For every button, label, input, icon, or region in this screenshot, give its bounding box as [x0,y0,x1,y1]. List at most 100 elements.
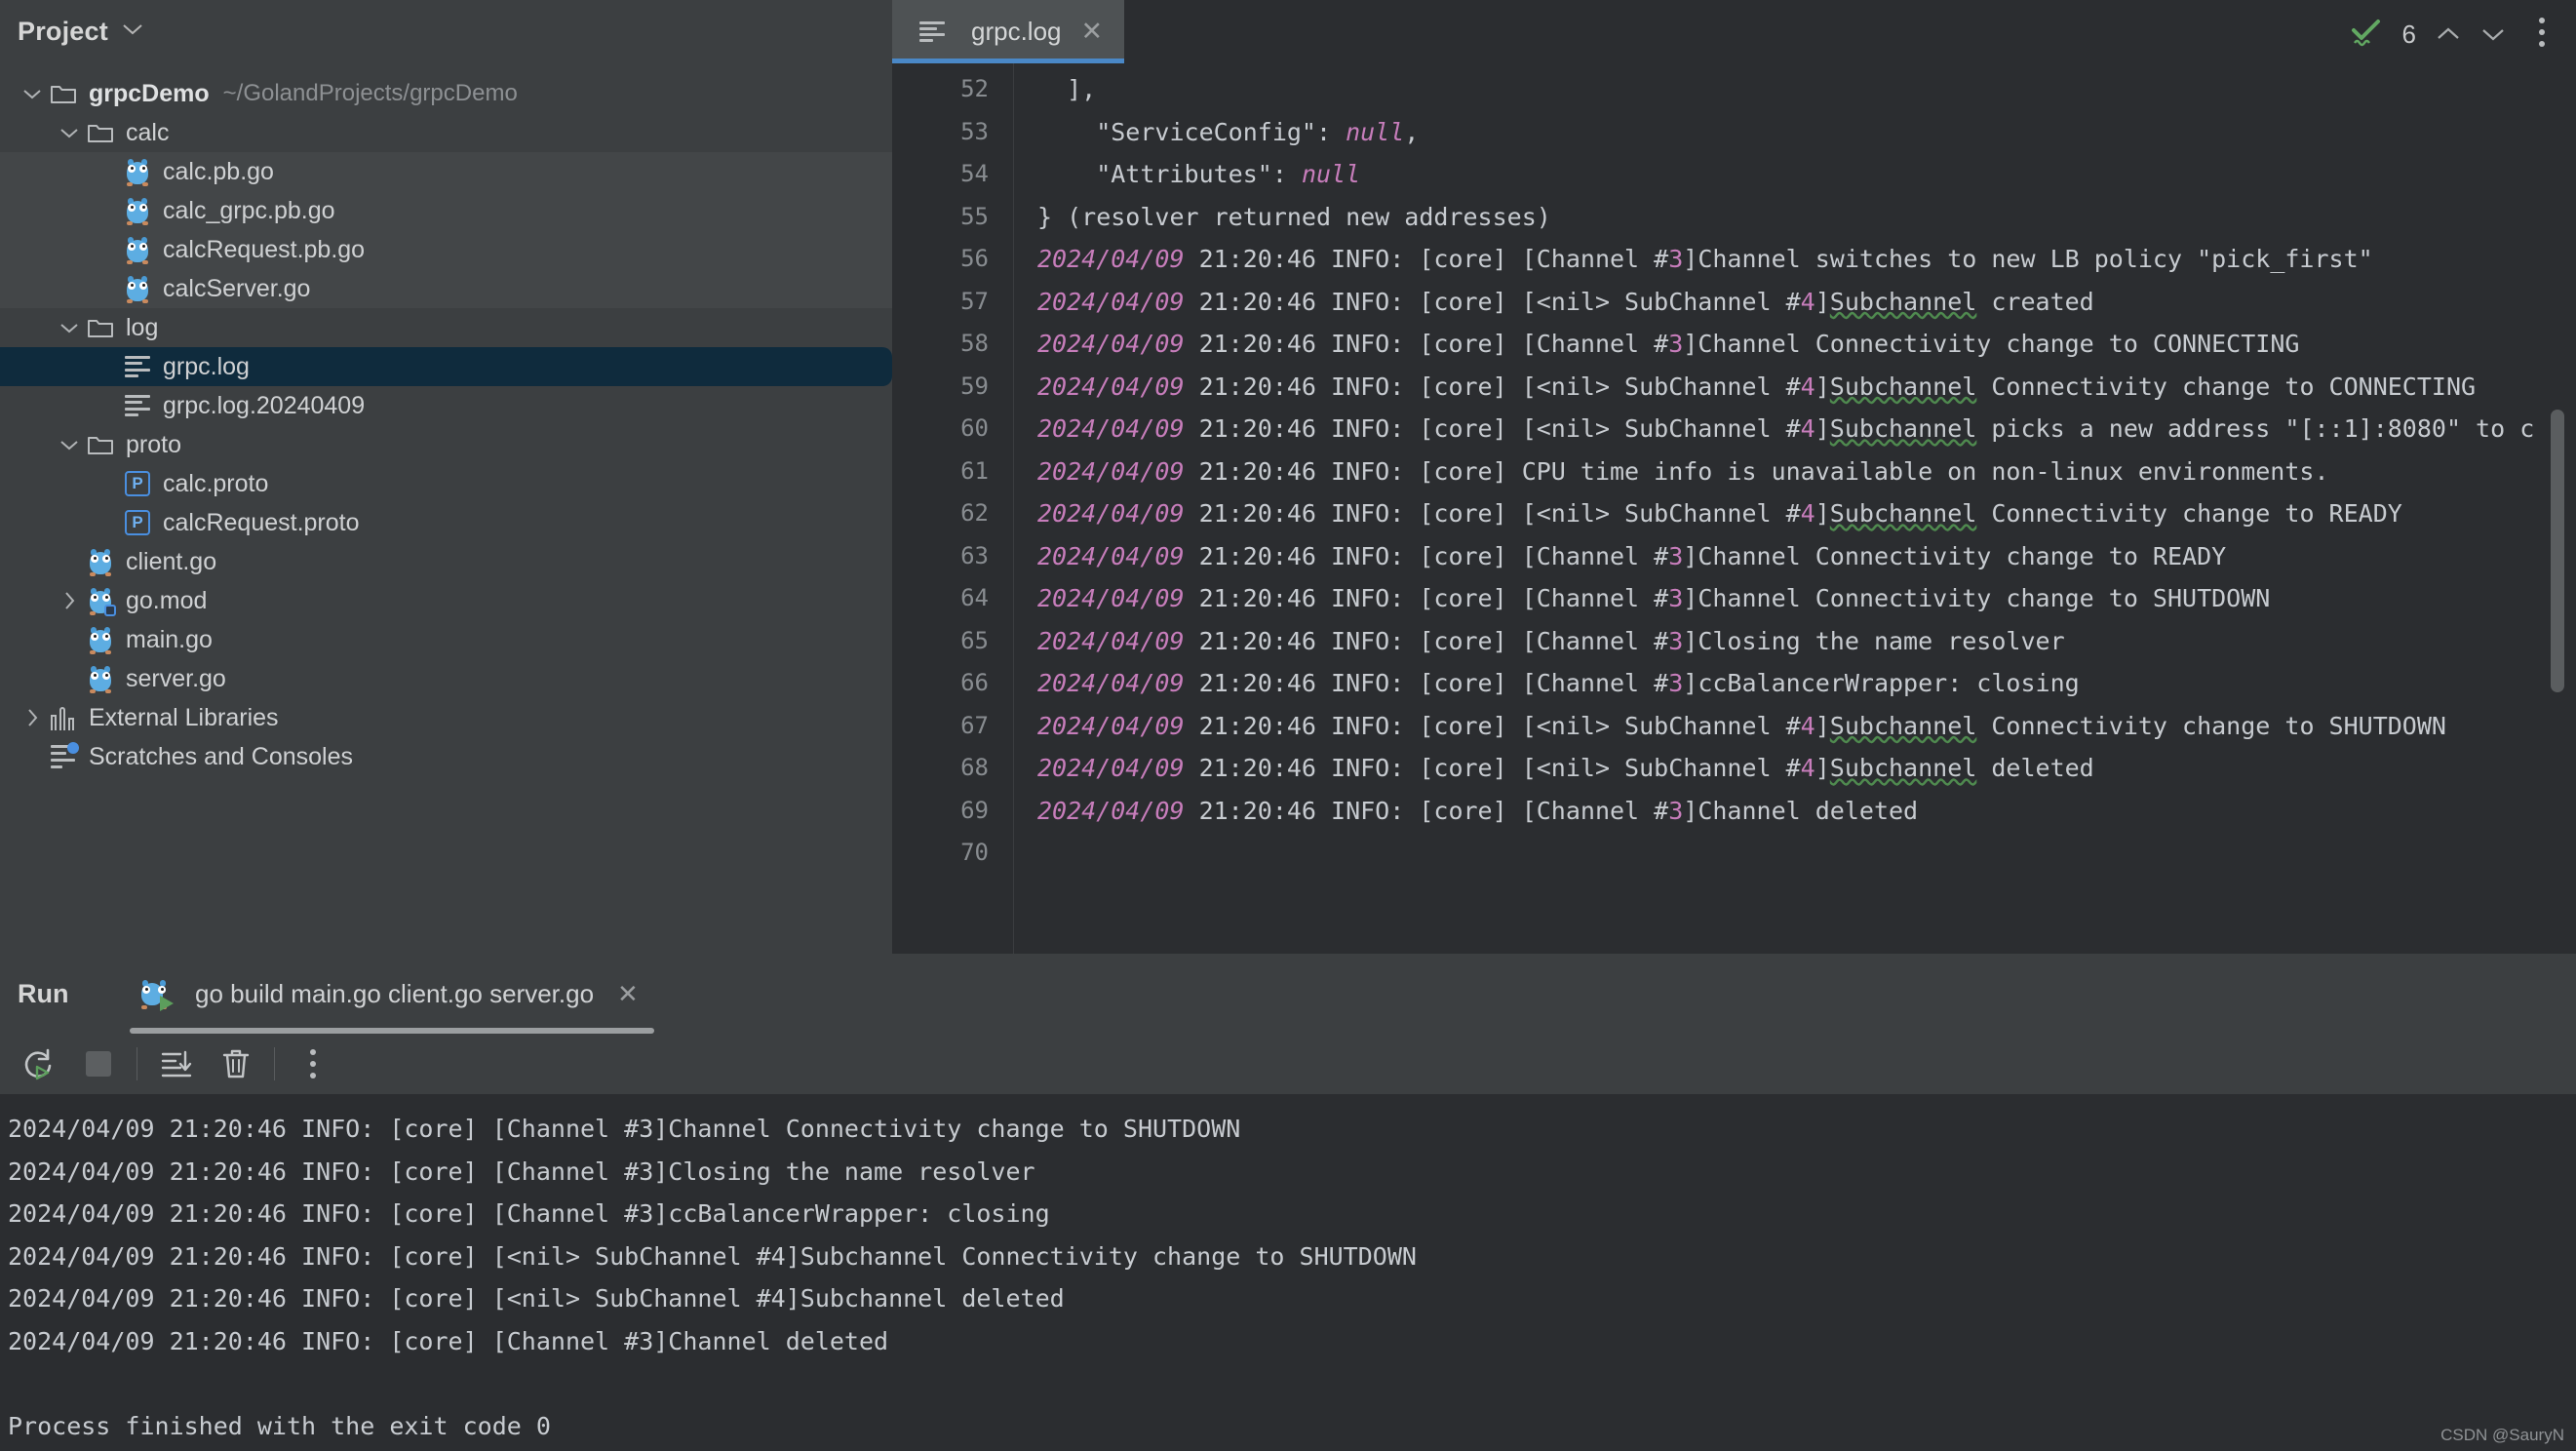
tree-twisty-collapsed-icon[interactable] [55,591,84,610]
chevron-up-icon[interactable] [2436,21,2461,49]
library-icon [47,703,80,732]
clear-all-button[interactable] [206,1034,266,1094]
tree-item-external-libraries[interactable]: External Libraries [0,698,892,737]
token-null: null [1346,117,1405,146]
token-text: created [1976,287,2094,316]
tree-twisty-collapsed-icon[interactable] [18,708,47,727]
close-icon[interactable]: ✕ [617,979,639,1009]
chevron-down-icon[interactable] [122,22,143,41]
tree-item-log[interactable]: log [0,308,892,347]
token-text: ]Channel Connectivity change to SHUTDOWN [1683,584,2271,612]
tree-twisty-expanded-icon[interactable] [55,127,84,139]
token-number: 4 [1800,372,1815,401]
tree-item-label: calcRequest.proto [163,508,360,536]
tree-item-grpc-log-20240409[interactable]: grpc.log.20240409 [0,386,892,425]
tree-item-calc[interactable]: calc [0,113,892,152]
console-line: 2024/04/09 21:20:46 INFO: [core] [Channe… [8,1326,889,1355]
tree-item-calcrequest-proto[interactable]: PcalcRequest.proto [0,503,892,542]
tree-item-proto[interactable]: proto [0,425,892,464]
tree-item-calc-grpc-pb-go[interactable]: calc_grpc.pb.go [0,191,892,230]
tree-twisty-expanded-icon[interactable] [55,322,84,334]
token-number: 3 [1668,541,1684,570]
token-timestamp: 2024/04/09 [1037,372,1185,401]
token-timestamp: 2024/04/09 [1037,669,1185,697]
tree-item-scratches-and-consoles[interactable]: Scratches and Consoles [0,737,892,776]
token-text: 21:20:46 INFO: [core] [<nil> SubChannel … [1184,499,1801,528]
close-icon[interactable]: ✕ [1081,17,1104,47]
tree-item-label: grpcDemo [89,79,210,107]
token-number: 4 [1800,754,1815,782]
tree-item-calcrequest-pb-go[interactable]: calcRequest.pb.go [0,230,892,269]
editor-options-button[interactable] [2508,0,2576,63]
tree-twisty-expanded-icon[interactable] [18,88,47,100]
more-options-button[interactable] [283,1034,343,1094]
line-number: 61 [960,456,989,485]
token-number: 4 [1800,711,1815,740]
toolbar-separator [274,1047,275,1080]
token-text: 21:20:46 INFO: [core] [<nil> SubChannel … [1184,711,1801,740]
rerun-button[interactable] [8,1034,68,1094]
tree-item-label: calcServer.go [163,274,311,302]
tree-item-calc-proto[interactable]: Pcalc.proto [0,464,892,503]
token-text: "ServiceConfig": [1037,117,1347,146]
tree-item-server-go[interactable]: server.go [0,659,892,698]
folder-icon [84,313,117,342]
console-line: 2024/04/09 21:20:46 INFO: [core] [<nil> … [8,1284,1065,1313]
tree-item-client-go[interactable]: client.go [0,542,892,581]
stop-button[interactable] [68,1034,129,1094]
code-line: 2024/04/09 21:20:46 INFO: [core] [Channe… [1037,323,2576,366]
code-line: 2024/04/09 21:20:46 INFO: [core] [Channe… [1037,535,2576,578]
inspections-widget[interactable]: 6 [2350,18,2506,52]
tree-item-grpc-log[interactable]: grpc.log [0,347,892,386]
editor-tab-label: grpc.log [971,17,1062,46]
project-panel-header[interactable]: Project [0,0,892,63]
project-tree[interactable]: grpcDemo ~/GolandProjects/grpcDemo calc cal… [0,63,892,776]
run-console-output[interactable]: 2024/04/09 21:20:46 INFO: [core] [Channe… [0,1094,2576,1451]
token-timestamp: 2024/04/09 [1037,754,1185,782]
line-number: 62 [960,499,989,527]
tree-item-label: main.go [126,625,213,653]
code-viewport: 52 53 54 55 56 57 58 59 60 61 62 63 64 65 66 67 68 69 70 ]… [892,63,2576,954]
run-panel-header: Run go build main.go client.go server.go… [0,954,2576,1034]
token-text: ] [1815,711,1830,740]
token-text: Connectivity change to READY [1976,499,2402,528]
tree-item-main-go[interactable]: main.go [0,620,892,659]
line-number: 57 [960,287,989,315]
tree-twisty-expanded-icon[interactable] [55,439,84,451]
spellcheck-typo: Subchannel [1829,287,1977,316]
line-number: 63 [960,541,989,569]
line-number: 52 [960,75,989,102]
tree-item-label: calc_grpc.pb.go [163,196,335,224]
tree-item-calcserver-go[interactable]: calcServer.go [0,269,892,308]
tree-item-label: log [126,313,159,341]
editor-vertical-scrollbar[interactable] [2551,410,2564,692]
code-line: 2024/04/09 21:20:46 INFO: [core] [Channe… [1037,238,2576,281]
code-line: 2024/04/09 21:20:46 INFO: [core] [<nil> … [1037,705,2576,748]
tree-item-calc-pb-go[interactable]: calc.pb.go [0,152,892,191]
token-text: 21:20:46 INFO: [core] [Channel # [1184,541,1669,570]
editor-tab-grpc-log[interactable]: grpc.log ✕ [892,0,1125,63]
token-text: ]Channel Connectivity change to READY [1683,541,2227,570]
token-text: picks a new address "[::1]:8080" to c [1976,414,2535,443]
token-text: 21:20:46 INFO: [core] [Channel # [1184,245,1669,273]
folder-icon [84,118,117,147]
goland-window: Project grpcDemo ~/GolandProjects/grpcDem… [0,0,2576,1451]
tree-item-label: go.mod [126,586,208,614]
token-timestamp: 2024/04/09 [1037,456,1185,486]
token-timestamp: 2024/04/09 [1037,245,1185,273]
run-tool-window: Run go build main.go client.go server.go… [0,954,2576,1451]
code-content[interactable]: ], "ServiceConfig": null, "Attributes": … [1014,63,2576,954]
tree-item-grpcdemo[interactable]: grpcDemo ~/GolandProjects/grpcDemo [0,74,892,113]
tree-item-label: grpc.log.20240409 [163,391,366,419]
tree-item-go-mod[interactable]: go.mod [0,581,892,620]
line-number: 66 [960,669,989,696]
scroll-to-end-button[interactable] [145,1034,206,1094]
token-text: ]Closing the name resolver [1683,626,2065,655]
code-line: 2024/04/09 21:20:46 INFO: [core] [<nil> … [1037,281,2576,324]
run-configuration-tab[interactable]: go build main.go client.go server.go ✕ [130,954,660,1034]
token-text: ] [1815,499,1830,528]
token-text: 21:20:46 INFO: [core] [<nil> SubChannel … [1184,414,1801,443]
chevron-down-icon[interactable] [2480,21,2506,49]
token-timestamp: 2024/04/09 [1037,626,1185,655]
